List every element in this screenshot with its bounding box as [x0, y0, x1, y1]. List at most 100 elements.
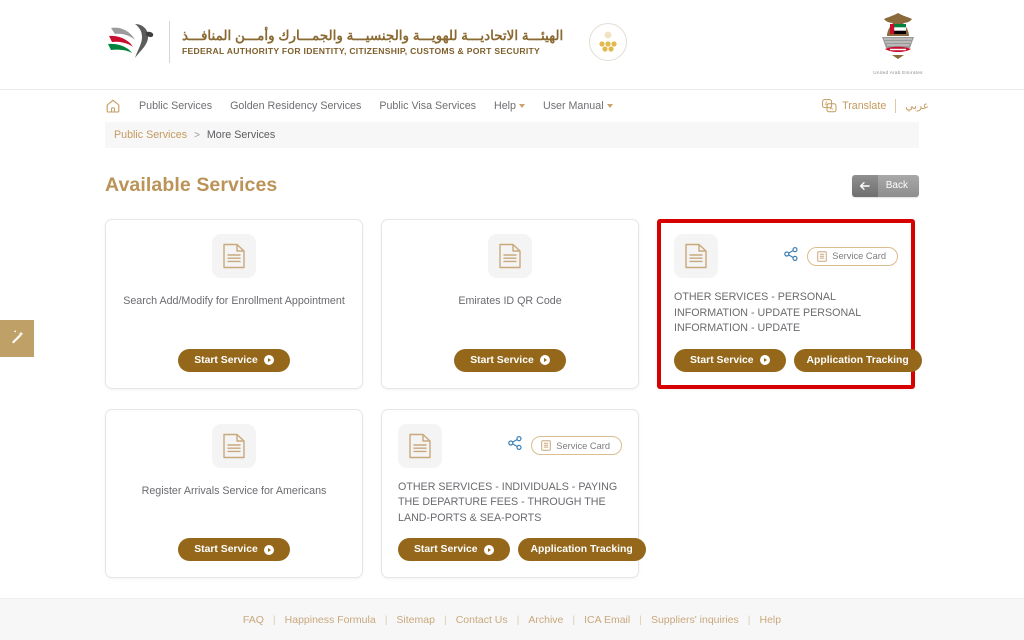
- arrow-left-icon: [851, 174, 878, 197]
- service-title: OTHER SERVICES - PERSONAL INFORMATION - …: [674, 291, 861, 335]
- chevron-down-icon: [606, 104, 613, 109]
- main-navigation: Public Services Golden Residency Service…: [0, 90, 1024, 122]
- card-actions: Start Service: [178, 526, 290, 562]
- breadcrumb-current-more-services: More Services: [206, 129, 276, 141]
- breadcrumb: Public Services > More Services: [105, 122, 919, 148]
- nav-utility-group: A A Translate عربي: [822, 99, 929, 113]
- footer-link-suppliers-inquiries[interactable]: Suppliers' inquiries: [651, 614, 739, 626]
- footer-link-archive[interactable]: Archive: [528, 614, 563, 626]
- brand-text: الهيئـــة الاتحاديـــة للهويـــة والجنسي…: [182, 28, 563, 56]
- brand-arabic-title: الهيئـــة الاتحاديـــة للهويـــة والجنسي…: [182, 28, 564, 43]
- footer-link-happiness-formula[interactable]: Happiness Formula: [285, 614, 376, 626]
- footer-link-contact-us[interactable]: Contact Us: [456, 614, 508, 626]
- arrow-right-circle-icon: [483, 544, 494, 555]
- chevron-down-icon: [518, 104, 525, 109]
- back-button-label: Back: [877, 174, 919, 197]
- nav-item-golden-residency-services[interactable]: Golden Residency Services: [230, 100, 361, 112]
- application-tracking-label: Application Tracking: [806, 354, 909, 366]
- falcon-logo-icon: [105, 18, 157, 66]
- page-root: الهيئـــة الاتحاديـــة للهويـــة والجنسي…: [0, 0, 1024, 640]
- arrow-right-circle-icon: [539, 355, 550, 366]
- start-service-button[interactable]: Start Service: [454, 348, 566, 372]
- brand-lockup: الهيئـــة الاتحاديـــة للهويـــة والجنسي…: [105, 18, 628, 66]
- certification-seal-icon: [589, 23, 628, 61]
- card-actions: Start Service: [454, 337, 566, 372]
- nav-item-label: User Manual: [542, 100, 604, 112]
- service-card-label: Service Card: [556, 440, 610, 451]
- page-title: Available Services: [105, 174, 278, 196]
- service-card-icon: [817, 250, 828, 262]
- service-card-label: Service Card: [832, 251, 886, 261]
- back-button[interactable]: Back: [851, 174, 919, 197]
- nav-item-public-visa-services[interactable]: Public Visa Services: [379, 100, 476, 112]
- footer-link-sitemap[interactable]: Sitemap: [396, 614, 435, 626]
- service-card-other-services-personal-information-update[interactable]: Service Card OTHER SERVICES - PERSONAL I…: [657, 219, 922, 389]
- svg-text:A: A: [830, 106, 834, 112]
- service-card-emirates-id-qr-code[interactable]: Emirates ID QR Code Start Service: [381, 219, 639, 389]
- card-header-row: Service Card: [398, 423, 622, 468]
- start-service-label: Start Service: [194, 354, 258, 366]
- nav-item-label: Help: [494, 100, 516, 112]
- start-service-button[interactable]: Start Service: [674, 348, 786, 372]
- magic-wand-icon: [9, 328, 26, 350]
- document-icon: [674, 234, 718, 278]
- services-grid: Search Add/Modify for Enrollment Appoint…: [105, 219, 922, 579]
- main-content: Available Services Back Search Add/Modif…: [0, 174, 1024, 579]
- nav-item-public-services[interactable]: Public Services: [139, 100, 212, 112]
- application-tracking-button[interactable]: Application Tracking: [517, 538, 646, 562]
- arrow-right-circle-icon: [263, 544, 274, 555]
- card-actions: Start Service Application Tracking: [674, 337, 922, 372]
- footer-link-faq[interactable]: FAQ: [243, 614, 264, 626]
- document-icon: [212, 423, 256, 468]
- share-icon[interactable]: [784, 246, 798, 266]
- service-card-search-add-modify-enrollment-appointment[interactable]: Search Add/Modify for Enrollment Appoint…: [105, 219, 363, 389]
- service-title: Emirates ID QR Code: [458, 295, 562, 307]
- service-title: Search Add/Modify for Enrollment Appoint…: [123, 295, 345, 307]
- service-card-icon: [541, 440, 552, 451]
- document-icon: [398, 423, 442, 468]
- nav-item-label: Public Visa Services: [379, 100, 476, 112]
- footer-separator: |: [516, 613, 520, 626]
- start-service-button[interactable]: Start Service: [398, 538, 510, 562]
- start-service-label: Start Service: [194, 544, 258, 556]
- share-icon[interactable]: [508, 436, 522, 455]
- uae-emblem-caption: United Arab Emirates: [873, 70, 923, 75]
- footer-separator: |: [572, 613, 576, 626]
- service-card-register-arrivals-service-for-americans[interactable]: Register Arrivals Service for Americans …: [105, 408, 363, 579]
- footer-link-help[interactable]: Help: [760, 614, 782, 626]
- accessibility-tools-tab[interactable]: [0, 320, 34, 357]
- document-icon: [212, 234, 256, 278]
- nav-item-label: Golden Residency Services: [230, 100, 362, 112]
- application-tracking-button[interactable]: Application Tracking: [793, 348, 922, 372]
- site-footer: FAQ | Happiness Formula | Sitemap | Cont…: [0, 598, 1024, 640]
- start-service-label: Start Service: [690, 354, 754, 366]
- start-service-label: Start Service: [414, 544, 478, 556]
- start-service-label: Start Service: [470, 354, 534, 366]
- footer-separator: |: [272, 613, 276, 626]
- nav-item-user-manual[interactable]: User Manual: [543, 100, 613, 112]
- breadcrumb-separator: >: [194, 129, 200, 141]
- card-header-row: Service Card: [674, 234, 898, 278]
- translate-label: Translate: [842, 100, 887, 112]
- application-tracking-label: Application Tracking: [530, 544, 633, 556]
- service-card-button[interactable]: Service Card: [807, 246, 898, 266]
- nav-item-help[interactable]: Help: [494, 100, 525, 112]
- start-service-button[interactable]: Start Service: [178, 538, 290, 562]
- brand-divider: [169, 21, 170, 63]
- footer-link-ica-email[interactable]: ICA Email: [584, 614, 630, 626]
- translate-button[interactable]: A A Translate: [822, 99, 886, 113]
- service-title: OTHER SERVICES - INDIVIDUALS - PAYING TH…: [398, 480, 618, 524]
- arrow-right-circle-icon: [263, 355, 274, 366]
- nav-item-label: Public Services: [139, 100, 213, 112]
- card-actions: Start Service Application Tracking: [398, 526, 646, 562]
- home-icon[interactable]: [105, 98, 121, 114]
- footer-separator: |: [747, 613, 751, 626]
- footer-separator: |: [639, 613, 642, 626]
- arrow-right-circle-icon: [759, 355, 770, 366]
- arabic-language-link[interactable]: عربي: [905, 100, 929, 112]
- start-service-button[interactable]: Start Service: [178, 348, 290, 372]
- service-card-other-services-individuals-departure-fees[interactable]: Service Card OTHER SERVICES - INDIVIDUAL…: [381, 408, 646, 579]
- card-actions: Start Service: [178, 337, 290, 372]
- breadcrumb-link-public-services[interactable]: Public Services: [114, 129, 187, 141]
- service-card-button[interactable]: Service Card: [531, 436, 622, 456]
